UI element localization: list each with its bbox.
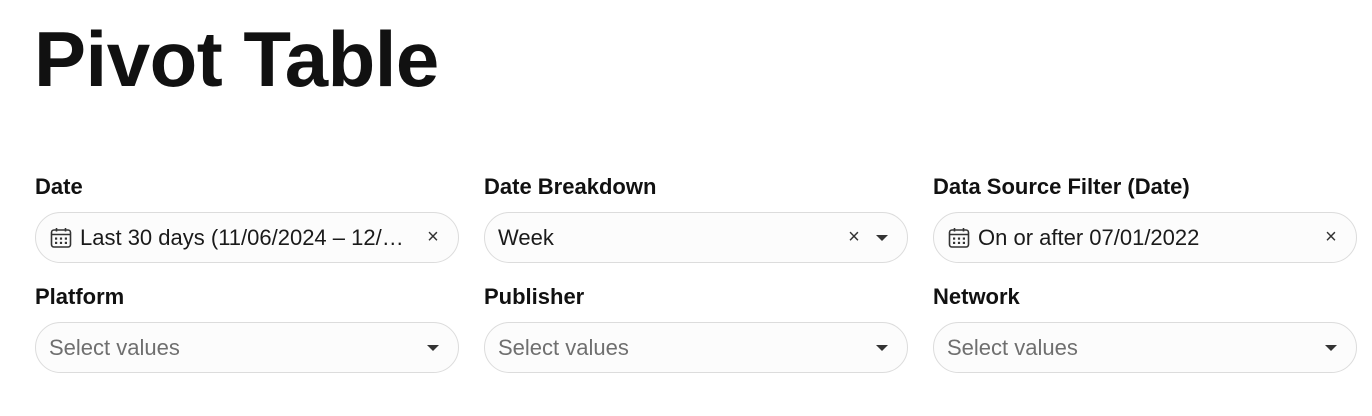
date-filter: Date Last 30 days (11/06/2024 – 12/05/20…: [35, 173, 459, 263]
chevron-down-icon[interactable]: [871, 337, 893, 359]
publisher-label: Publisher: [484, 284, 585, 309]
data-source-date-picker[interactable]: On or after 07/01/2022 ×: [933, 212, 1357, 263]
data-source-filter-value: On or after 07/01/2022: [978, 224, 1200, 250]
calendar-icon: [49, 226, 72, 249]
platform-filter: Platform Select values: [35, 283, 459, 373]
platform-placeholder: Select values: [49, 334, 180, 360]
publisher-placeholder: Select values: [498, 334, 629, 360]
date-filter-value: Last 30 days (11/06/2024 – 12/05/2024): [80, 224, 414, 250]
page-title: Pivot Table: [34, 15, 439, 103]
platform-select[interactable]: Select values: [35, 322, 459, 373]
chevron-down-icon[interactable]: [1320, 337, 1342, 359]
network-label: Network: [933, 284, 1020, 309]
date-breakdown-select[interactable]: Week ×: [484, 212, 908, 263]
data-source-filter-label: Data Source Filter (Date): [933, 174, 1190, 199]
date-filter-label: Date: [35, 174, 83, 199]
network-filter: Network Select values: [933, 283, 1357, 373]
date-range-picker[interactable]: Last 30 days (11/06/2024 – 12/05/2024) ×: [35, 212, 459, 263]
data-source-filter: Data Source Filter (Date) On or after 07…: [933, 173, 1357, 263]
filter-panel: Date Last 30 days (11/06/2024 – 12/05/20…: [35, 173, 1357, 373]
close-icon[interactable]: ×: [843, 226, 865, 249]
date-breakdown-label: Date Breakdown: [484, 174, 657, 199]
chevron-down-icon[interactable]: [871, 227, 893, 249]
publisher-filter: Publisher Select values: [484, 283, 908, 373]
platform-label: Platform: [35, 284, 125, 309]
date-breakdown-value: Week: [498, 224, 554, 250]
network-select[interactable]: Select values: [933, 322, 1357, 373]
calendar-icon: [947, 226, 970, 249]
date-breakdown-filter: Date Breakdown Week ×: [484, 173, 908, 263]
network-placeholder: Select values: [947, 334, 1078, 360]
chevron-down-icon[interactable]: [422, 337, 444, 359]
publisher-select[interactable]: Select values: [484, 322, 908, 373]
close-icon[interactable]: ×: [422, 226, 444, 249]
close-icon[interactable]: ×: [1320, 226, 1342, 249]
